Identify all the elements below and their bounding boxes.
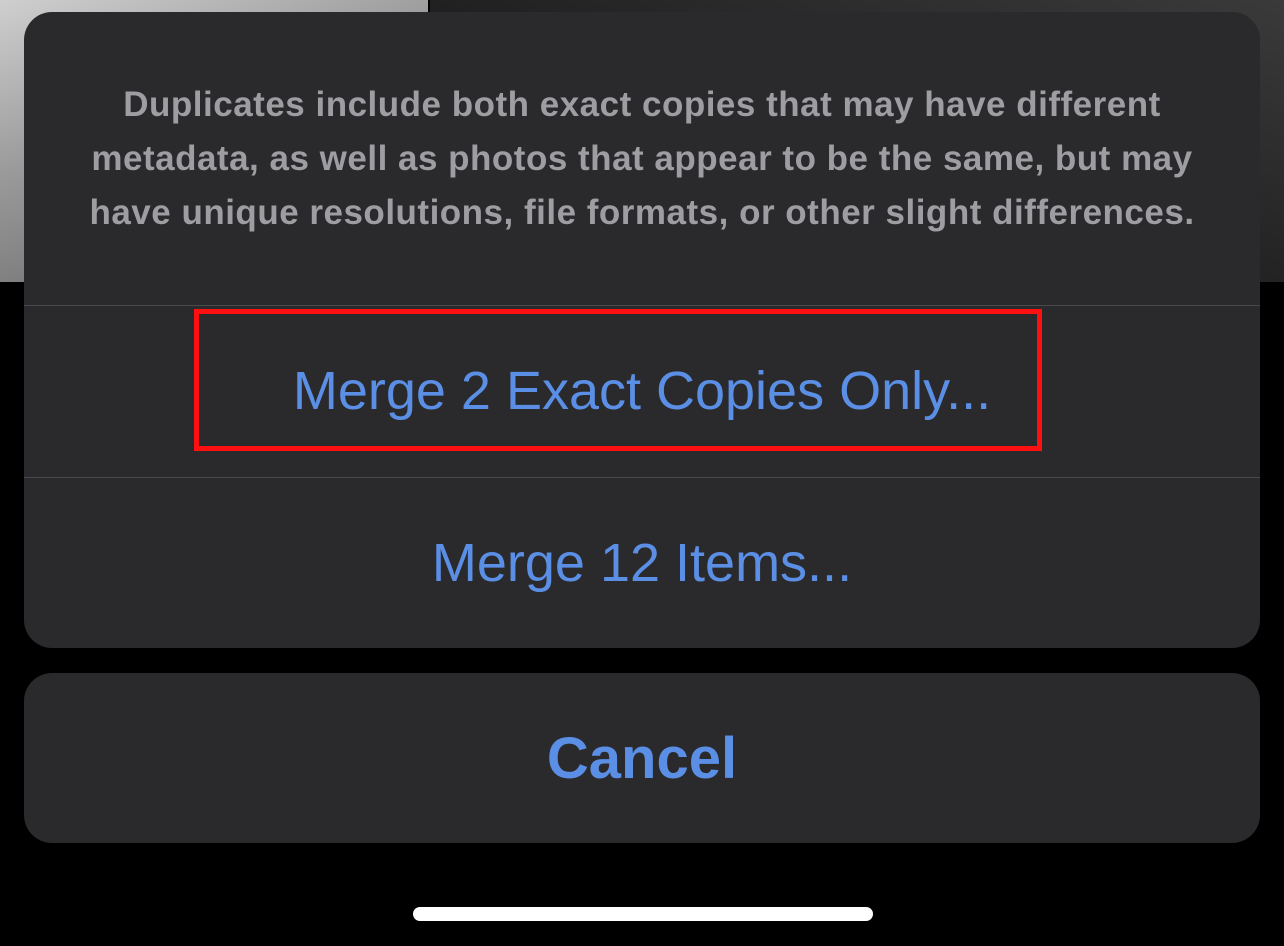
- action-sheet-message: Duplicates include both exact copies tha…: [24, 12, 1260, 305]
- merge-exact-copies-button[interactable]: Merge 2 Exact Copies Only...: [24, 306, 1260, 476]
- home-indicator[interactable]: [413, 907, 873, 921]
- action-sheet: Duplicates include both exact copies tha…: [24, 12, 1260, 648]
- action-sheet-message-text: Duplicates include both exact copies tha…: [89, 84, 1195, 232]
- merge-items-button[interactable]: Merge 12 Items...: [24, 478, 1260, 648]
- screen: Duplicates include both exact copies tha…: [0, 0, 1284, 946]
- cancel-button[interactable]: Cancel: [24, 673, 1260, 843]
